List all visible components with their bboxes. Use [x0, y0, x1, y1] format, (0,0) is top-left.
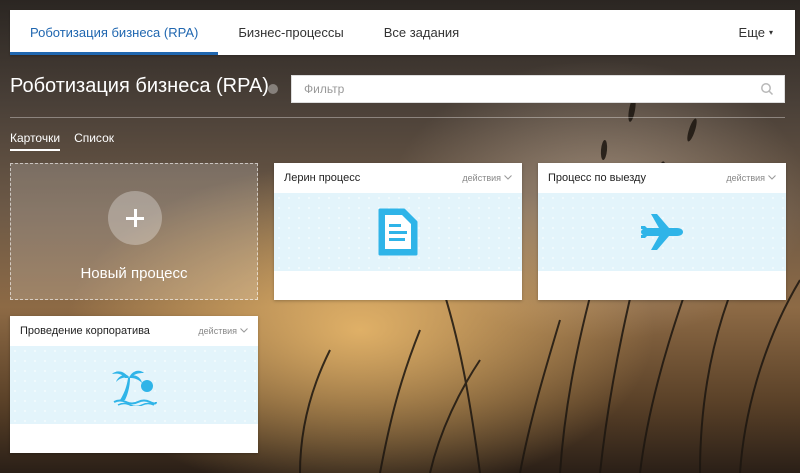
plus-icon: [108, 191, 162, 245]
view-list-tab[interactable]: Список: [74, 131, 114, 151]
process-card[interactable]: Процесс по выезду действия: [538, 163, 786, 300]
chevron-down-icon: [240, 328, 248, 333]
new-process-card[interactable]: Новый процесс: [10, 163, 258, 300]
filter-field[interactable]: [291, 75, 785, 103]
palm-beach-icon: [112, 370, 157, 406]
card-preview: [274, 193, 522, 271]
view-cards-tab[interactable]: Карточки: [10, 131, 61, 151]
card-actions-label: действия: [462, 173, 501, 183]
filter-input[interactable]: [292, 76, 744, 102]
card-title: Проведение корпоратива: [20, 325, 150, 337]
page-title: Роботизация бизнеса (RPA): [10, 75, 269, 97]
process-card[interactable]: Лерин процесс действия: [274, 163, 522, 300]
new-process-label: Новый процесс: [80, 265, 188, 282]
document-icon: [378, 208, 418, 256]
search-icon[interactable]: [760, 82, 774, 96]
more-label: Еще: [738, 25, 765, 40]
more-menu-button[interactable]: Еще ▾: [739, 10, 795, 55]
card-actions-label: действия: [726, 173, 765, 183]
card-title: Лерин процесс: [284, 172, 361, 184]
card-actions-button[interactable]: действия: [198, 326, 248, 336]
tab-all-tasks[interactable]: Все задания: [364, 10, 480, 55]
settings-icon[interactable]: [268, 84, 278, 94]
chevron-down-icon: [768, 175, 776, 180]
top-nav: Роботизация бизнеса (RPA) Бизнес-процесс…: [10, 10, 795, 55]
tab-business-processes[interactable]: Бизнес-процессы: [218, 10, 363, 55]
chevron-down-icon: [504, 175, 512, 180]
card-preview: [538, 193, 786, 271]
process-card[interactable]: Проведение корпоратива действия: [10, 316, 258, 453]
airplane-icon: [641, 214, 683, 250]
card-title: Процесс по выезду: [548, 172, 646, 184]
view-switcher: Карточки Список: [10, 131, 114, 151]
card-actions-button[interactable]: действия: [462, 173, 512, 183]
card-actions-label: действия: [198, 326, 237, 336]
card-preview: [10, 346, 258, 424]
card-actions-button[interactable]: действия: [726, 173, 776, 183]
chevron-down-icon: ▾: [768, 28, 773, 37]
divider: [10, 117, 785, 118]
tab-rpa[interactable]: Роботизация бизнеса (RPA): [10, 10, 219, 55]
